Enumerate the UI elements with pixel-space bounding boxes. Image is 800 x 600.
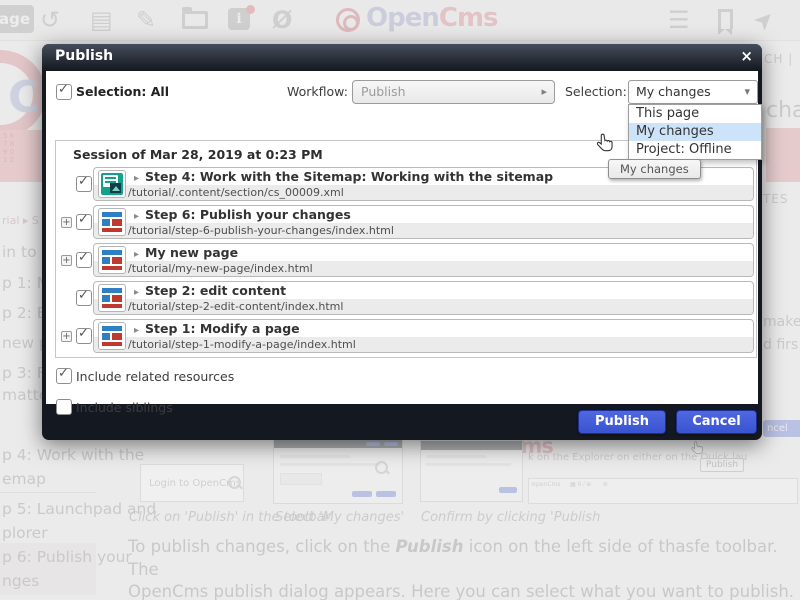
publish-item[interactable]: /tutorial/step-6-publish-your-changes/in…: [93, 205, 754, 239]
workflow-label: Workflow:: [287, 84, 348, 99]
dialog-title: Publish: [55, 48, 113, 64]
bg-cursor-icon: [690, 440, 706, 456]
expand-arrow-icon[interactable]: ▸: [134, 249, 139, 260]
item-title: ▸Step 4: Work with the Sitemap: Working …: [134, 169, 553, 184]
bg-nav-step4: p 4: Work with the: [2, 446, 144, 464]
dropdown-option-my-changes[interactable]: My changes: [629, 123, 761, 141]
opencms-logo-icon: [336, 8, 360, 32]
selection-dropdown-list: This page My changes Project: Offline: [628, 104, 762, 160]
cancel-button[interactable]: Cancel: [676, 410, 757, 434]
bg-nav-step6b: nges: [2, 572, 39, 590]
history-icon: ↺: [40, 4, 60, 36]
expand-arrow-icon[interactable]: ▸: [134, 173, 139, 184]
container-page-icon: [98, 208, 126, 236]
bg-thumb-2: [273, 438, 403, 504]
item-path: /tutorial/my-new-page/index.html: [94, 261, 753, 276]
top-toolbar: age ↺ ▤ ✎ i Ø OpenCms ☰ ➤: [0, 0, 800, 41]
bg-text-frag: d firs: [763, 337, 798, 353]
bg-notes-frag: TES: [763, 192, 789, 206]
include-siblings-label: Include siblings: [76, 400, 173, 415]
bg-mini-strip: ⊘penCms ▦ 0 ⁄ ⊕ ⊚: [528, 478, 798, 504]
notification-dot: [246, 5, 255, 14]
item-checkbox[interactable]: [76, 252, 92, 268]
hand-cursor-icon: [595, 132, 617, 154]
clipboard-icon: ▤: [90, 4, 113, 36]
bg-caption-2: Select 'My changes': [275, 510, 404, 525]
bg-logo-letter: C: [8, 72, 40, 123]
bg-search-icon: [228, 476, 241, 489]
publish-item[interactable]: /tutorial/step-1-modify-a-page/index.htm…: [93, 319, 754, 353]
container-page-icon: [98, 322, 126, 350]
selection-dropdown[interactable]: My changes▾: [628, 80, 758, 104]
expand-plus-button[interactable]: +: [61, 331, 72, 342]
item-path: /tutorial/.content/section/cs_00009.xml: [94, 185, 753, 200]
selection-all-label: Selection: All: [76, 84, 169, 99]
bg-publish-tooltip: Publish: [700, 458, 744, 472]
item-path: /tutorial/step-6-publish-your-changes/in…: [94, 223, 753, 238]
dropdown-option-this-page[interactable]: This page: [629, 105, 761, 123]
include-related-label: Include related resources: [76, 369, 234, 384]
bg-code-block: 5 67 89 01 2: [0, 130, 48, 182]
session-header: Session of Mar 28, 2019 at 0:23 PM: [73, 147, 323, 162]
container-page-icon: [98, 284, 126, 312]
item-title: ▸Step 6: Publish your changes: [134, 207, 351, 222]
item-checkbox[interactable]: [76, 176, 92, 192]
publish-toolbar-icon: Ø: [272, 4, 292, 36]
item-checkbox[interactable]: [76, 328, 92, 344]
item-path: /tutorial/step-2-edit-content/index.html: [94, 299, 753, 314]
bookmark-icon: [718, 9, 733, 29]
wand-icon: ✎: [136, 4, 156, 36]
content-element-icon: [98, 170, 126, 198]
rocket-icon: ➤: [746, 2, 783, 39]
expand-plus-button[interactable]: +: [61, 217, 72, 228]
item-title: ▸Step 1: Modify a page: [134, 321, 300, 336]
dialog-header[interactable]: Publish ×: [42, 44, 762, 71]
expand-plus-button[interactable]: +: [61, 255, 72, 266]
page-button: age: [0, 5, 34, 33]
item-checkbox[interactable]: [76, 290, 92, 306]
chevron-right-icon: ▸: [541, 81, 547, 103]
expand-arrow-icon[interactable]: ▸: [134, 325, 139, 336]
bg-cancel-frag: ncel: [763, 420, 800, 437]
workflow-dropdown[interactable]: Publish▸: [352, 80, 555, 104]
bg-nav-step4b: emap: [2, 470, 46, 488]
close-icon[interactable]: ×: [740, 47, 753, 65]
include-related-checkbox[interactable]: [56, 368, 72, 384]
item-title: ▸Step 2: edit content: [134, 283, 286, 298]
selection-label: Selection:: [565, 84, 627, 99]
folder-icon: [182, 11, 208, 29]
publish-item[interactable]: /tutorial/step-2-edit-content/index.html…: [93, 281, 754, 315]
item-checkbox[interactable]: [76, 214, 92, 230]
container-page-icon: [98, 246, 126, 274]
expand-arrow-icon[interactable]: ▸: [134, 211, 139, 222]
expand-arrow-icon[interactable]: ▸: [134, 287, 139, 298]
item-path: /tutorial/step-1-modify-a-page/index.htm…: [94, 337, 753, 352]
chevron-down-icon: ▾: [744, 81, 750, 103]
dropdown-option-project-offline[interactable]: Project: Offline: [629, 141, 761, 159]
bg-nav-step5b: plorer: [2, 524, 48, 542]
bg-text-frag: make: [763, 314, 800, 330]
bg-caption-3: Confirm by clicking 'Publish: [421, 510, 600, 525]
selection-all-checkbox[interactable]: [56, 84, 72, 100]
bg-text-right: k on the Explorer on either on the Quick…: [528, 452, 788, 463]
bg-paragraph: To publish changes, click on the Publish…: [128, 536, 800, 600]
bg-search-frag: CH |: [764, 52, 793, 66]
menu-icon: ☰: [668, 4, 690, 36]
screen: age ↺ ▤ ✎ i Ø OpenCms ☰ ➤ C 5 67 89 01 2…: [0, 0, 800, 600]
include-siblings-checkbox[interactable]: [56, 399, 72, 415]
bg-divider: [0, 492, 96, 493]
publish-button[interactable]: Publish: [578, 410, 666, 434]
opencms-logo-text: OpenCms: [366, 2, 498, 34]
bg-image-frag: [766, 128, 800, 182]
item-title: ▸My new page: [134, 245, 238, 260]
bg-heading-frag: cha: [766, 98, 800, 123]
publish-item[interactable]: /tutorial/my-new-page/index.html ▸My new…: [93, 243, 754, 277]
bg-thumb-3: [420, 440, 523, 502]
bg-breadcrumb: rial ▸ S: [2, 214, 39, 227]
my-changes-tooltip: My changes: [608, 159, 701, 179]
bg-nav-step6: p 6: Publish your: [2, 548, 132, 566]
publish-dialog: Publish × Selection: All Workflow: Publi…: [42, 44, 762, 440]
